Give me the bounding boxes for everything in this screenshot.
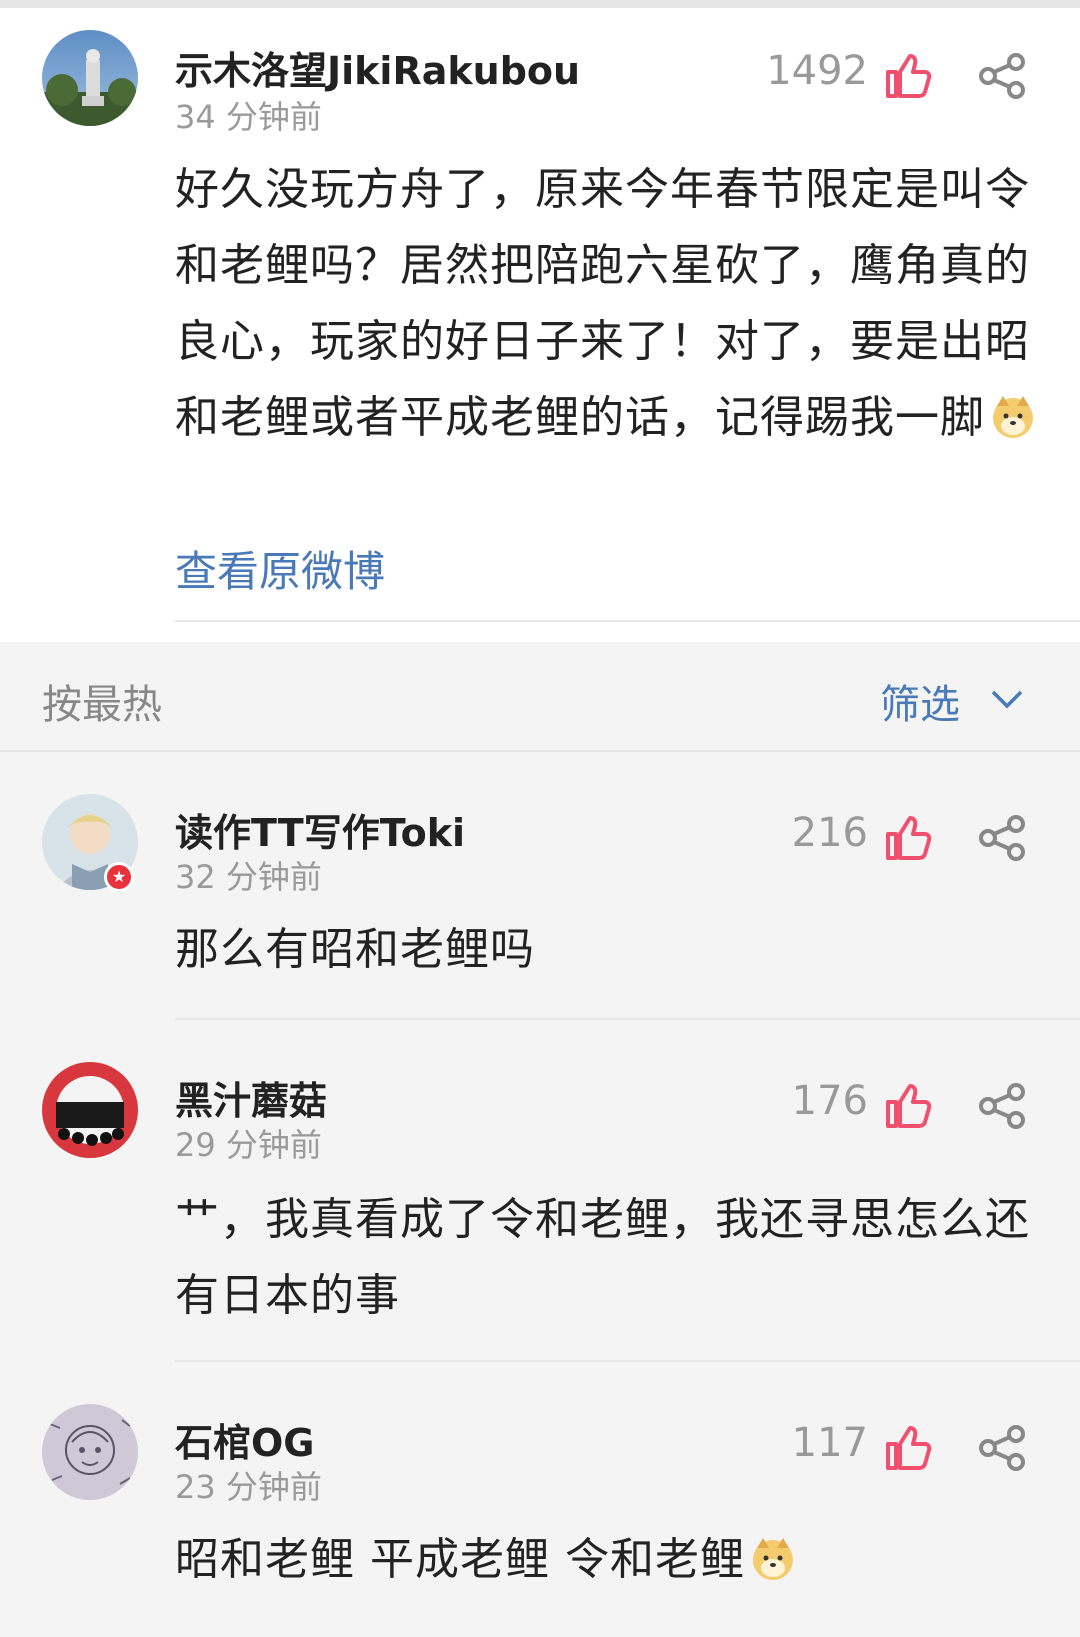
- verified-badge-icon: ★: [104, 862, 134, 892]
- username[interactable]: 石棺OG: [175, 1412, 315, 1467]
- like-count: 117: [791, 1420, 868, 1466]
- divider: [0, 750, 1080, 752]
- comment-text-body: 昭和老鲤 平成老鲤 令和老鲤: [175, 1534, 745, 1585]
- comment-text: 昭和老鲤 平成老鲤 令和老鲤: [175, 1522, 1045, 1598]
- timestamp: 29 分钟前: [175, 1126, 322, 1164]
- like-count: 176: [791, 1078, 868, 1124]
- top-divider: [0, 0, 1080, 8]
- avatar[interactable]: [42, 1404, 138, 1500]
- divider: [175, 1018, 1080, 1020]
- like-count: 216: [791, 810, 868, 856]
- share-icon[interactable]: [978, 814, 1026, 862]
- comment-text: 艹，我真看成了令和老鲤，我还寻思怎么还有日本的事: [175, 1194, 1030, 1321]
- like-count: 1492: [766, 48, 868, 94]
- thumbs-up-icon[interactable]: [884, 814, 932, 862]
- sort-by-hot-button[interactable]: 按最热: [42, 672, 162, 730]
- doge-emoji-icon: [752, 1538, 793, 1580]
- divider: [175, 620, 1080, 622]
- view-original-link[interactable]: 查看原微博: [175, 538, 385, 599]
- main-comment-card: 示木洛望JikiRakubou 34 分钟前 1492 好久没玩方舟了，原来今年…: [0, 8, 1080, 642]
- avatar[interactable]: [42, 30, 138, 126]
- doge-emoji-icon: [993, 396, 1033, 438]
- thumbs-up-icon[interactable]: [884, 52, 932, 100]
- username[interactable]: 示木洛望JikiRakubou: [175, 40, 580, 95]
- divider: [175, 1360, 1080, 1362]
- username[interactable]: 读作TT写作Toki: [175, 802, 465, 857]
- comment-text: 那么有昭和老鲤吗: [175, 924, 535, 975]
- timestamp: 32 分钟前: [175, 858, 322, 896]
- comment-text-body: 好久没玩方舟了，原来今年春节限定是叫令和老鲤吗？居然把陪跑六星砍了，鹰角真的良心…: [175, 164, 1030, 443]
- timestamp: 34 分钟前: [175, 98, 322, 136]
- share-icon[interactable]: [978, 1424, 1026, 1472]
- chevron-down-icon[interactable]: [990, 688, 1024, 710]
- timestamp: 23 分钟前: [175, 1468, 322, 1506]
- username[interactable]: 黑汁蘑菇: [175, 1070, 327, 1125]
- share-icon[interactable]: [978, 1082, 1026, 1130]
- thumbs-up-icon[interactable]: [884, 1082, 932, 1130]
- share-icon[interactable]: [978, 52, 1026, 100]
- avatar[interactable]: [42, 1062, 138, 1158]
- filter-button[interactable]: 筛选: [880, 672, 960, 730]
- sort-bar: 按最热 筛选: [0, 642, 1080, 752]
- thumbs-up-icon[interactable]: [884, 1424, 932, 1472]
- comment-text: 好久没玩方舟了，原来今年春节限定是叫令和老鲤吗？居然把陪跑六星砍了，鹰角真的良心…: [175, 152, 1045, 456]
